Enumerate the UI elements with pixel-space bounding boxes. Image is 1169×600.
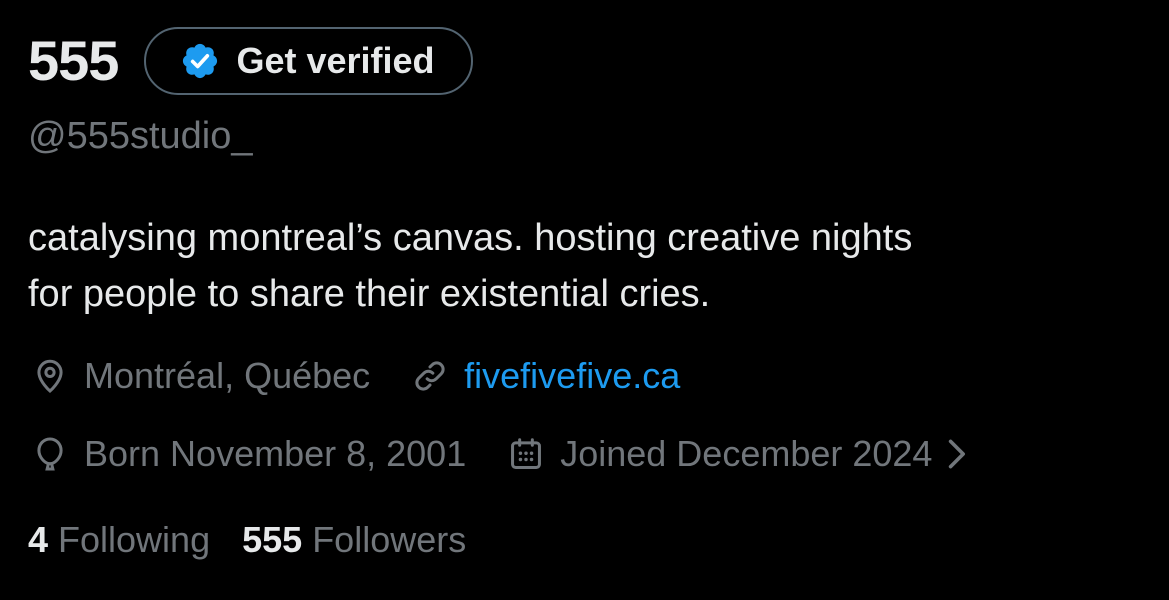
profile-meta-row: Montréal, Québec fivefivefive.ca	[30, 352, 680, 400]
get-verified-button[interactable]: Get verified	[144, 27, 473, 95]
bio: catalysing montreal’s canvas. hosting cr…	[28, 210, 1148, 322]
joined[interactable]: Joined December 2024	[506, 430, 970, 478]
birthday: Born November 8, 2001	[30, 430, 466, 478]
following-label: Following	[58, 519, 211, 560]
verified-badge-icon	[180, 41, 220, 81]
birthday-text: Born November 8, 2001	[84, 433, 467, 474]
location: Montréal, Québec	[30, 352, 370, 400]
chevron-right-icon[interactable]	[942, 434, 970, 474]
followers-count: 555	[242, 519, 303, 560]
link-icon	[410, 356, 450, 396]
bio-line: catalysing montreal’s canvas. hosting cr…	[28, 217, 913, 259]
location-pin-icon	[30, 356, 70, 396]
bio-line: for people to share their existential cr…	[28, 273, 711, 315]
balloon-icon	[30, 434, 70, 474]
profile-meta-row: Born November 8, 2001 Joined December 20…	[30, 430, 970, 478]
joined-text: Joined December 2024	[560, 433, 933, 474]
profile-header: 555 Get verified	[28, 26, 473, 96]
calendar-icon	[506, 434, 546, 474]
display-name: 555	[28, 29, 119, 92]
following-count: 4	[28, 519, 49, 560]
website-link[interactable]: fivefivefive.ca	[464, 352, 680, 400]
followers-link[interactable]: 555 Followers	[242, 516, 466, 564]
follow-stats: 4 Following 555 Followers	[28, 516, 466, 564]
location-text: Montréal, Québec	[84, 355, 371, 396]
website[interactable]: fivefivefive.ca	[410, 352, 680, 400]
username-handle: @555studio_	[28, 115, 253, 157]
followers-label: Followers	[312, 519, 467, 560]
following-link[interactable]: 4 Following	[28, 516, 210, 564]
get-verified-label: Get verified	[236, 40, 435, 81]
